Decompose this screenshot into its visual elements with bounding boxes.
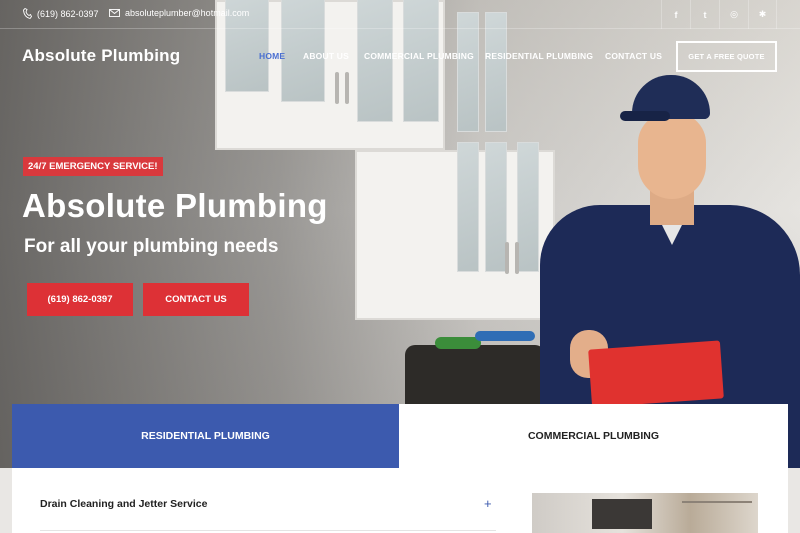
topbar-phone-text: (619) 862-0397 bbox=[37, 8, 99, 19]
tab-content-panel: Drain Cleaning and Jetter Service + bbox=[12, 468, 788, 533]
yelp-icon: ✱ bbox=[758, 9, 767, 19]
instagram-link[interactable]: ◎ bbox=[719, 0, 748, 29]
twitter-icon: t bbox=[703, 9, 707, 20]
instagram-icon: ◎ bbox=[730, 9, 738, 19]
tab-residential-plumbing[interactable]: RESIDENTIAL PLUMBING bbox=[12, 404, 399, 468]
nav-commercial-plumbing[interactable]: COMMERCIAL PLUMBING bbox=[364, 51, 474, 61]
accordion-item-drain-cleaning[interactable]: Drain Cleaning and Jetter Service bbox=[40, 498, 207, 510]
envelope-icon bbox=[109, 9, 120, 17]
nav-contact-us[interactable]: CONTACT US bbox=[605, 51, 662, 61]
nav-home[interactable]: HOME bbox=[259, 51, 285, 61]
topbar-email-text: absoluteplumber@hotmail.com bbox=[125, 8, 250, 18]
facebook-link[interactable]: f bbox=[661, 0, 690, 29]
facebook-icon: f bbox=[674, 9, 678, 20]
yelp-link[interactable]: ✱ bbox=[748, 0, 777, 29]
call-button[interactable]: (619) 862-0397 bbox=[27, 283, 133, 316]
clipboard bbox=[588, 340, 724, 408]
emergency-badge: 24/7 EMERGENCY SERVICE! bbox=[23, 157, 163, 176]
accordion-divider bbox=[40, 530, 496, 531]
cabinet-tall bbox=[355, 12, 555, 320]
site-logo[interactable]: Absolute Plumbing bbox=[22, 46, 180, 66]
topbar-email[interactable]: absoluteplumber@hotmail.com bbox=[109, 8, 249, 18]
tab-residential-label: RESIDENTIAL PLUMBING bbox=[141, 430, 270, 442]
kitchen-image bbox=[532, 493, 758, 533]
tab-commercial-plumbing[interactable]: COMMERCIAL PLUMBING bbox=[399, 404, 788, 468]
nav-about-us[interactable]: ABOUT US bbox=[303, 51, 349, 61]
twitter-link[interactable]: t bbox=[690, 0, 719, 29]
contact-us-button[interactable]: CONTACT US bbox=[143, 283, 249, 316]
hero-subtitle: For all your plumbing needs bbox=[24, 236, 279, 257]
phone-icon bbox=[23, 8, 32, 19]
plus-icon[interactable]: + bbox=[484, 496, 492, 511]
nav-residential-plumbing[interactable]: RESIDENTIAL PLUMBING bbox=[485, 51, 593, 61]
hero-title: Absolute Plumbing bbox=[22, 187, 328, 224]
tool-bag bbox=[405, 331, 545, 405]
topbar-phone[interactable]: (619) 862-0397 bbox=[23, 8, 99, 19]
tab-commercial-label: COMMERCIAL PLUMBING bbox=[527, 430, 660, 442]
top-bar: (619) 862-0397 absoluteplumber@hotmail.c… bbox=[0, 0, 800, 29]
free-quote-button[interactable]: GET A FREE QUOTE bbox=[676, 41, 777, 72]
